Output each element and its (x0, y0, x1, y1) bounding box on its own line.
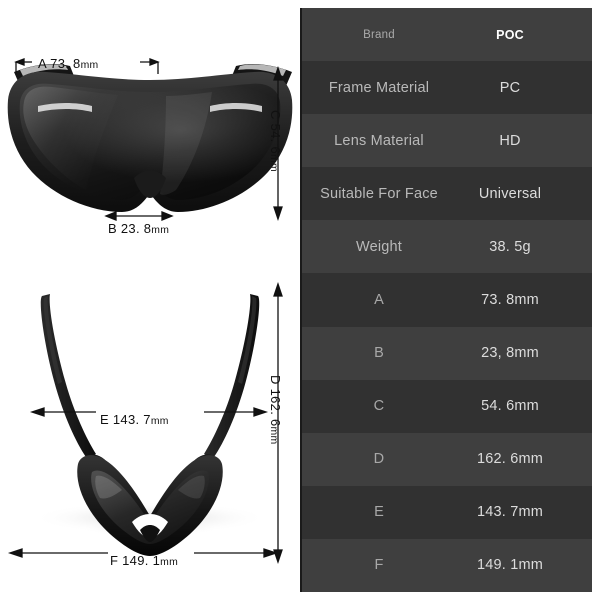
spec-label: C (373, 398, 385, 415)
table-row: Lens Material HD (302, 114, 592, 168)
spec-label: F (374, 557, 384, 574)
spec-value: 143. 7mm (476, 504, 544, 521)
dimension-label-f: F 149. 1mm (110, 553, 178, 568)
dimension-label-e: E 143. 7mm (100, 412, 169, 427)
dimension-line-b (104, 211, 174, 221)
dimension-label-b: B 23. 8mm (108, 221, 169, 236)
table-row: B 23, 8mm (302, 326, 592, 380)
product-spec-sheet: A 73. 8mm B 23. 8mm E 143. 7mm F 149. 1m… (0, 0, 600, 600)
spec-label: D (373, 451, 385, 468)
dimension-label-a: A 73. 8mm (38, 56, 99, 71)
table-row: Weight 38. 5g (302, 220, 592, 274)
dimension-label-a-unit: mm (80, 60, 99, 71)
spec-value: 162. 6mm (476, 451, 544, 468)
sunglasses-front-view-figure (0, 40, 300, 290)
spec-label: B (374, 345, 384, 362)
spec-value: HD (499, 132, 521, 149)
spec-label: E (374, 504, 384, 521)
dimension-label-d-unit: mm (268, 426, 279, 445)
table-row: C 54. 6mm (302, 379, 592, 433)
table-row: D 162. 6mm (302, 432, 592, 486)
table-row: A 73. 8mm (302, 273, 592, 327)
dimension-label-d-text: D 162. 6 (268, 375, 283, 427)
spec-label: Frame Material (328, 79, 430, 96)
spec-value: 23, 8mm (481, 345, 539, 362)
specification-table: Brand POC Frame Material PC Lens Materia… (300, 8, 592, 592)
table-row: E 143. 7mm (302, 485, 592, 539)
spec-value: PC (499, 79, 521, 96)
spec-value: POC (496, 27, 524, 42)
dimension-label-e-unit: mm (150, 416, 169, 427)
spec-label: Weight (355, 238, 403, 255)
spec-value: 38. 5g (489, 238, 531, 255)
dimension-label-e-text: E 143. 7 (100, 412, 151, 427)
spec-value: Universal (478, 185, 542, 202)
spec-label: Brand (363, 28, 395, 41)
dimension-label-f-text: F 149. 1 (110, 553, 161, 568)
spec-label: Suitable For Face (320, 185, 438, 202)
table-row: F 149. 1mm (302, 538, 592, 592)
dimension-label-b-text: B 23. 8 (108, 221, 152, 236)
dimension-label-c-text: C 54. 6 (268, 110, 283, 155)
table-row: Suitable For Face Universal (302, 167, 592, 221)
dimension-label-c-unit: mm (268, 154, 279, 172)
sunglasses-top-view-svg (7, 281, 283, 565)
spec-value: 73. 8mm (481, 292, 539, 309)
sunglasses-front-view-svg (7, 58, 293, 222)
dimension-label-d: D 162. 6mm (268, 375, 283, 444)
sunglasses-top-view-figure (0, 280, 300, 600)
spec-label: Lens Material (334, 132, 424, 149)
spec-label: A (374, 292, 384, 309)
dimension-label-f-unit: mm (160, 557, 179, 568)
table-row: Frame Material PC (302, 61, 592, 115)
spec-value: 149. 1mm (476, 557, 544, 574)
dimension-label-c: C 54. 6mm (268, 110, 283, 172)
dimension-label-a-text: A 73. 8 (38, 56, 81, 71)
spec-value: 54. 6mm (481, 398, 539, 415)
table-row: Brand POC (302, 8, 592, 62)
dimension-label-b-unit: mm (151, 225, 170, 236)
diagram-panel: A 73. 8mm B 23. 8mm E 143. 7mm F 149. 1m… (0, 0, 300, 600)
